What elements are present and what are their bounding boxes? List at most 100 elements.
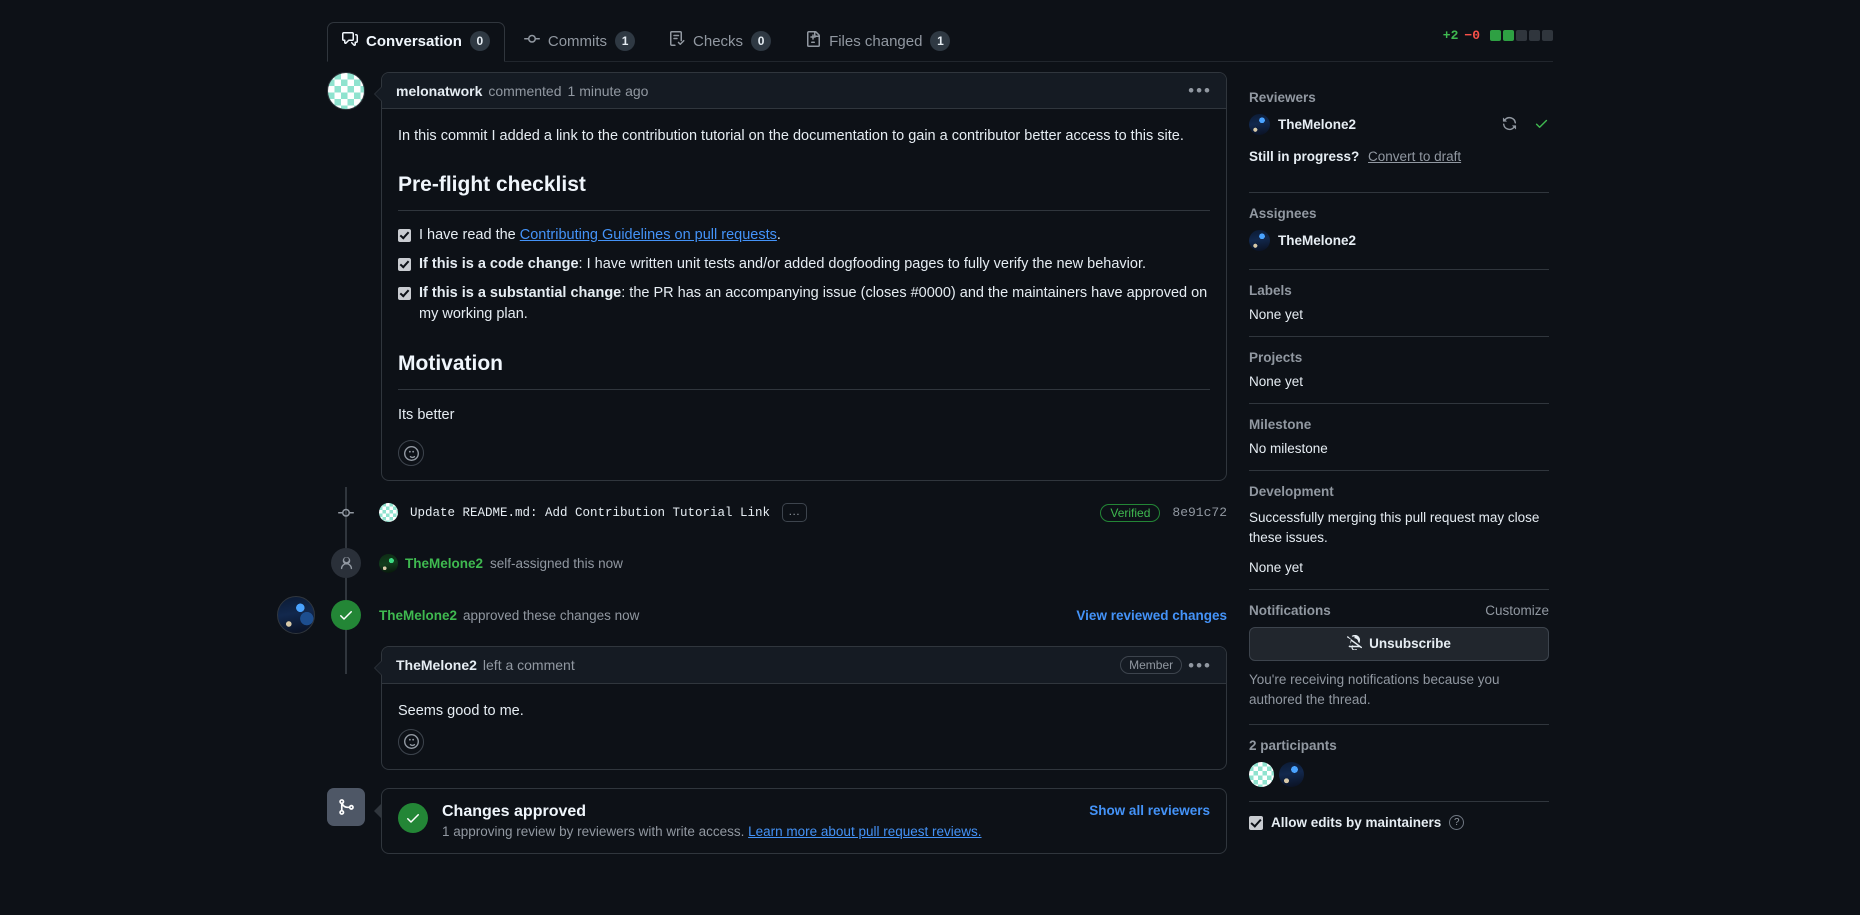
divider [1249, 724, 1549, 725]
tab-conversation[interactable]: Conversation 0 [327, 22, 505, 62]
diff-block [1516, 30, 1527, 41]
sidebar-reviewers: Reviewers TheMelone2 Still in progress? … [1249, 90, 1549, 178]
kebab-menu-icon[interactable]: ••• [1188, 82, 1212, 99]
approval-node [327, 600, 365, 630]
member-badge: Member [1120, 656, 1182, 674]
avatar[interactable] [1279, 762, 1304, 787]
reviewer-name[interactable]: TheMelone2 [1278, 117, 1356, 132]
assignees-title: Assignees [1249, 206, 1317, 221]
convert-to-draft-link[interactable]: Convert to draft [1368, 149, 1461, 164]
avatar[interactable] [379, 554, 398, 573]
merge-subtitle-pre: 1 approving review by reviewers with wri… [442, 824, 748, 839]
sidebar-section-header[interactable]: Projects [1249, 350, 1549, 365]
kebab-menu-icon[interactable]: ••• [1188, 657, 1212, 674]
task-checkbox[interactable] [398, 258, 411, 271]
pull-request-page: Conversation 0 Commits 1 Checks 0 Files … [0, 0, 1860, 915]
assignee-name[interactable]: TheMelone2 [1278, 233, 1356, 248]
commit-message[interactable]: Update README.md: Add Contribution Tutor… [410, 506, 770, 520]
comment-body: In this commit I added a link to the con… [382, 109, 1226, 480]
sidebar-participants: 2 participants [1249, 738, 1549, 801]
sidebar-milestone: Milestone No milestone [1249, 417, 1549, 470]
review-author[interactable]: TheMelone2 [396, 657, 477, 673]
sidebar-section-header[interactable]: Development [1249, 484, 1549, 499]
sidebar-section-header[interactable]: Reviewers [1249, 90, 1549, 105]
contributing-guidelines-link[interactable]: Contributing Guidelines on pull requests [520, 227, 777, 243]
tab-count: 1 [930, 31, 950, 51]
smiley-icon[interactable] [398, 729, 424, 755]
customize-link[interactable]: Customize [1485, 603, 1549, 618]
divider [1249, 589, 1549, 590]
tab-commits[interactable]: Commits 1 [509, 22, 650, 62]
task-item: I have read the Contributing Guidelines … [398, 225, 1210, 247]
heading-preflight-checklist: Pre-flight checklist [398, 169, 1210, 211]
review-comment-header: TheMelone2 left a comment Member ••• [382, 647, 1226, 684]
review-comment: TheMelone2 left a comment Member ••• See… [327, 646, 1227, 769]
sidebar-section-header[interactable]: Labels [1249, 283, 1549, 298]
development-title: Development [1249, 484, 1334, 499]
smiley-icon[interactable] [398, 440, 424, 466]
avatar[interactable] [379, 503, 398, 522]
approver-name[interactable]: TheMelone2 [379, 608, 457, 623]
commit-sha[interactable]: 8e91c72 [1172, 505, 1227, 520]
merge-status-text: Changes approved 1 approving review by r… [442, 803, 1075, 839]
merge-status-title: Changes approved [442, 803, 1075, 821]
avatar[interactable] [1249, 230, 1270, 251]
question-icon[interactable]: ? [1449, 815, 1464, 830]
projects-title: Projects [1249, 350, 1302, 365]
task-bold: If this is a code change [419, 256, 579, 272]
verified-badge[interactable]: Verified [1100, 504, 1160, 522]
allow-edits-checkbox[interactable] [1249, 816, 1263, 830]
avatar[interactable] [277, 596, 315, 634]
notifications-header: Notifications Customize [1249, 603, 1549, 618]
learn-more-link[interactable]: Learn more about pull request reviews. [748, 824, 981, 839]
commit-expand-button[interactable]: … [782, 503, 807, 522]
person-node [327, 548, 365, 578]
participants-avatars [1249, 762, 1549, 787]
tab-files-changed[interactable]: Files changed 1 [790, 22, 965, 62]
pr-description-comment: melonatwork commented 1 minute ago ••• I… [327, 72, 1227, 481]
comment-card: melonatwork commented 1 minute ago ••• I… [381, 72, 1227, 481]
show-all-reviewers-link[interactable]: Show all reviewers [1089, 803, 1210, 818]
sidebar-projects: Projects None yet [1249, 350, 1549, 403]
assigned-text-row: TheMelone2 self-assigned this now [379, 554, 623, 573]
tab-label: Files changed [829, 33, 922, 50]
assigned-label: self-assigned this now [490, 556, 623, 571]
heading-motivation: Motivation [398, 348, 1210, 390]
comment-author[interactable]: melonatwork [396, 83, 482, 99]
avatar[interactable] [1249, 114, 1270, 135]
check-icon [398, 803, 428, 833]
unsubscribe-button[interactable]: Unsubscribe [1249, 627, 1549, 661]
development-value: None yet [1249, 560, 1549, 575]
milestone-title: Milestone [1249, 417, 1311, 432]
avatar[interactable] [327, 72, 365, 110]
divider [1249, 192, 1549, 193]
tab-count: 0 [470, 31, 490, 51]
tab-checks[interactable]: Checks 0 [654, 22, 786, 62]
sidebar-section-header[interactable]: Milestone [1249, 417, 1549, 432]
task-checkbox[interactable] [398, 229, 411, 242]
diff-stat: +2 −0 [1443, 28, 1553, 43]
divider [1249, 403, 1549, 404]
task-checkbox[interactable] [398, 287, 411, 300]
assignee-row: TheMelone2 [1249, 230, 1549, 251]
notification-reason: You're receiving notifications because y… [1249, 670, 1549, 711]
merge-status-head: Changes approved 1 approving review by r… [398, 803, 1210, 839]
merge-status-subtitle: 1 approving review by reviewers with wri… [442, 824, 1075, 839]
divider [1249, 336, 1549, 337]
tab-label: Checks [693, 33, 743, 50]
sidebar-section-header[interactable]: Assignees [1249, 206, 1549, 221]
avatar[interactable] [1249, 762, 1274, 787]
task-text: I have read the Contributing Guidelines … [419, 225, 781, 247]
bell-slash-icon [1347, 635, 1362, 653]
assigned-user[interactable]: TheMelone2 [405, 556, 483, 571]
timeline-assigned-row: TheMelone2 self-assigned this now [327, 538, 1227, 588]
allow-edits-row: Allow edits by maintainers ? [1249, 815, 1549, 830]
view-reviewed-changes-link[interactable]: View reviewed changes [1076, 608, 1227, 623]
merge-box: Changes approved 1 approving review by r… [327, 788, 1227, 854]
reviewer-row: TheMelone2 [1249, 114, 1549, 135]
merge-status-card: Changes approved 1 approving review by r… [381, 788, 1227, 854]
allow-edits-label: Allow edits by maintainers [1271, 815, 1441, 830]
sync-icon[interactable] [1502, 116, 1517, 134]
diff-block [1503, 30, 1514, 41]
labels-title: Labels [1249, 283, 1292, 298]
